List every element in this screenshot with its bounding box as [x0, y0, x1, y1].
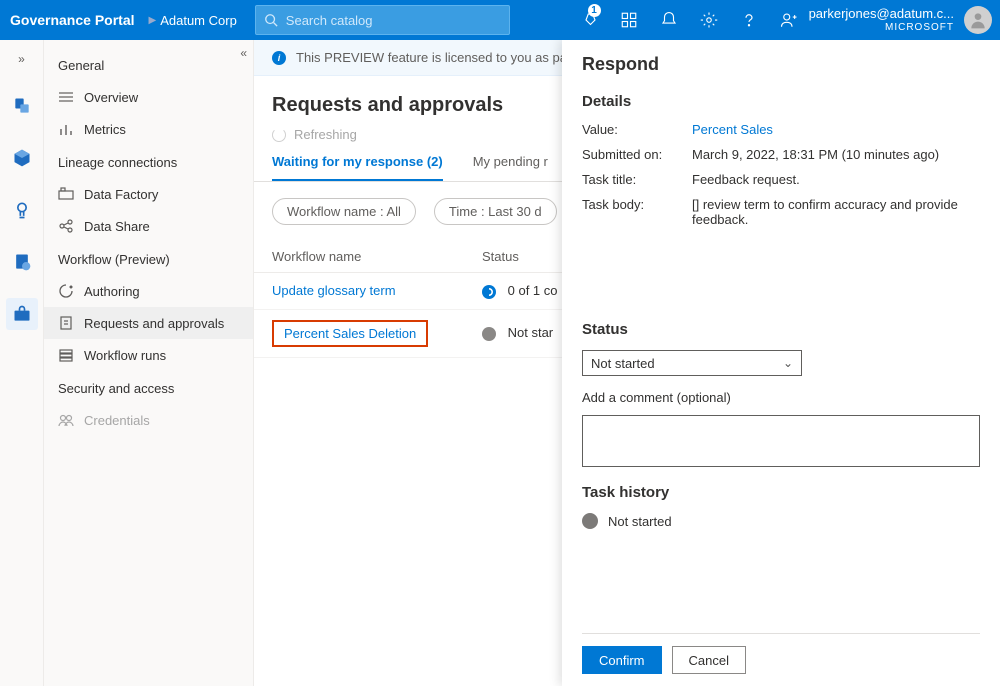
status-progress-icon — [482, 285, 496, 299]
rail-sources-icon[interactable] — [6, 90, 38, 122]
section-lineage: Lineage connections — [44, 145, 253, 178]
panel-footer: Confirm Cancel — [582, 633, 980, 674]
activity-icon[interactable]: 1 — [569, 0, 609, 40]
sidebar-item-datashare[interactable]: Data Share — [44, 210, 253, 242]
history-heading: Task history — [582, 484, 980, 501]
sidebar-label: Data Factory — [84, 187, 158, 202]
sidebar-label: Metrics — [84, 122, 126, 137]
sidebar-label: Requests and approvals — [84, 316, 224, 331]
sidebar-item-credentials[interactable]: Credentials — [44, 404, 253, 436]
submitted-value: March 9, 2022, 18:31 PM (10 minutes ago) — [692, 147, 980, 162]
user-block[interactable]: parkerjones@adatum.c... MICROSOFT — [809, 7, 960, 32]
sidebar-item-authoring[interactable]: Authoring — [44, 275, 253, 307]
expand-rail-icon[interactable]: » — [14, 48, 29, 70]
main-content: i This PREVIEW feature is licensed to yo… — [254, 40, 1000, 686]
spinner-icon — [272, 128, 286, 142]
status-select[interactable]: Not started ⌄ — [582, 350, 802, 376]
info-icon: i — [272, 51, 286, 65]
feedback-icon[interactable] — [769, 0, 809, 40]
value-link[interactable]: Percent Sales — [692, 122, 980, 137]
sidebar: « General Overview Metrics Lineage conne… — [44, 40, 254, 686]
activity-badge: 1 — [588, 4, 601, 17]
section-general: General — [44, 48, 253, 81]
sidebar-item-requests[interactable]: Requests and approvals — [44, 307, 253, 339]
top-icons: 1 parkerjones@adatum.c... MICROSOFT — [569, 0, 1000, 40]
sidebar-label: Credentials — [84, 413, 150, 428]
chevron-right-icon: ▶ — [149, 15, 157, 26]
filter-time[interactable]: Time : Last 30 d — [434, 198, 557, 225]
search-icon — [264, 13, 278, 27]
value-label: Value: — [582, 122, 692, 137]
workflow-link[interactable]: Update glossary term — [272, 283, 396, 298]
top-bar: Governance Portal ▶ Adatum Corp 1 parker… — [0, 0, 1000, 40]
status-select-value: Not started — [591, 356, 655, 371]
rail-policy-icon[interactable] — [6, 246, 38, 278]
task-title-label: Task title: — [582, 172, 692, 187]
avatar[interactable] — [964, 6, 992, 34]
history-text: Not started — [608, 514, 672, 529]
rail-workflows-icon[interactable] — [6, 298, 38, 330]
sidebar-label: Data Share — [84, 219, 150, 234]
sidebar-item-overview[interactable]: Overview — [44, 81, 253, 113]
status-heading: Status — [582, 321, 980, 338]
brand[interactable]: Governance Portal — [0, 12, 145, 28]
sidebar-label: Overview — [84, 90, 138, 105]
search-box[interactable] — [255, 5, 510, 35]
column-workflow-name[interactable]: Workflow name — [272, 249, 482, 264]
tab-pending[interactable]: My pending r — [473, 154, 548, 181]
submitted-label: Submitted on: — [582, 147, 692, 162]
collections-icon[interactable] — [609, 0, 649, 40]
left-rail: » — [0, 40, 44, 686]
user-email: parkerjones@adatum.c... — [809, 7, 954, 21]
status-notstarted-icon — [482, 327, 496, 341]
rail-map-icon[interactable] — [6, 142, 38, 174]
help-icon[interactable] — [729, 0, 769, 40]
section-security: Security and access — [44, 371, 253, 404]
chevron-down-icon: ⌄ — [783, 356, 793, 370]
panel-title: Respond — [582, 52, 980, 75]
cancel-button[interactable]: Cancel — [672, 646, 746, 674]
tab-waiting[interactable]: Waiting for my response (2) — [272, 154, 443, 181]
filter-workflow-name[interactable]: Workflow name : All — [272, 198, 416, 225]
gear-icon[interactable] — [689, 0, 729, 40]
task-title-value: Feedback request. — [692, 172, 980, 187]
org-name[interactable]: Adatum Corp — [160, 13, 237, 28]
sidebar-label: Authoring — [84, 284, 140, 299]
sidebar-item-runs[interactable]: Workflow runs — [44, 339, 253, 371]
comment-input[interactable] — [582, 415, 980, 467]
rail-insights-icon[interactable] — [6, 194, 38, 226]
sidebar-item-metrics[interactable]: Metrics — [44, 113, 253, 145]
history-item: Not started — [582, 513, 980, 529]
task-body-label: Task body: — [582, 197, 692, 227]
tenant: MICROSOFT — [809, 22, 954, 33]
refresh-text: Refreshing — [294, 127, 357, 142]
collapse-sidebar-icon[interactable]: « — [240, 46, 247, 60]
respond-panel: Respond Details Value: Percent Sales Sub… — [562, 40, 1000, 686]
workflow-link-highlighted[interactable]: Percent Sales Deletion — [272, 320, 428, 347]
bell-icon[interactable] — [649, 0, 689, 40]
status-text: 0 of 1 co — [508, 283, 558, 298]
history-dot-icon — [582, 513, 598, 529]
details-heading: Details — [582, 93, 980, 110]
sidebar-label: Workflow runs — [84, 348, 166, 363]
task-body-value: [] review term to confirm accuracy and p… — [692, 197, 980, 227]
section-workflow: Workflow (Preview) — [44, 242, 253, 275]
sidebar-item-datafactory[interactable]: Data Factory — [44, 178, 253, 210]
comment-heading: Add a comment (optional) — [582, 390, 980, 405]
status-text: Not star — [508, 325, 554, 340]
banner-text: This PREVIEW feature is licensed to you … — [296, 50, 599, 65]
search-input[interactable] — [286, 13, 501, 28]
confirm-button[interactable]: Confirm — [582, 646, 662, 674]
